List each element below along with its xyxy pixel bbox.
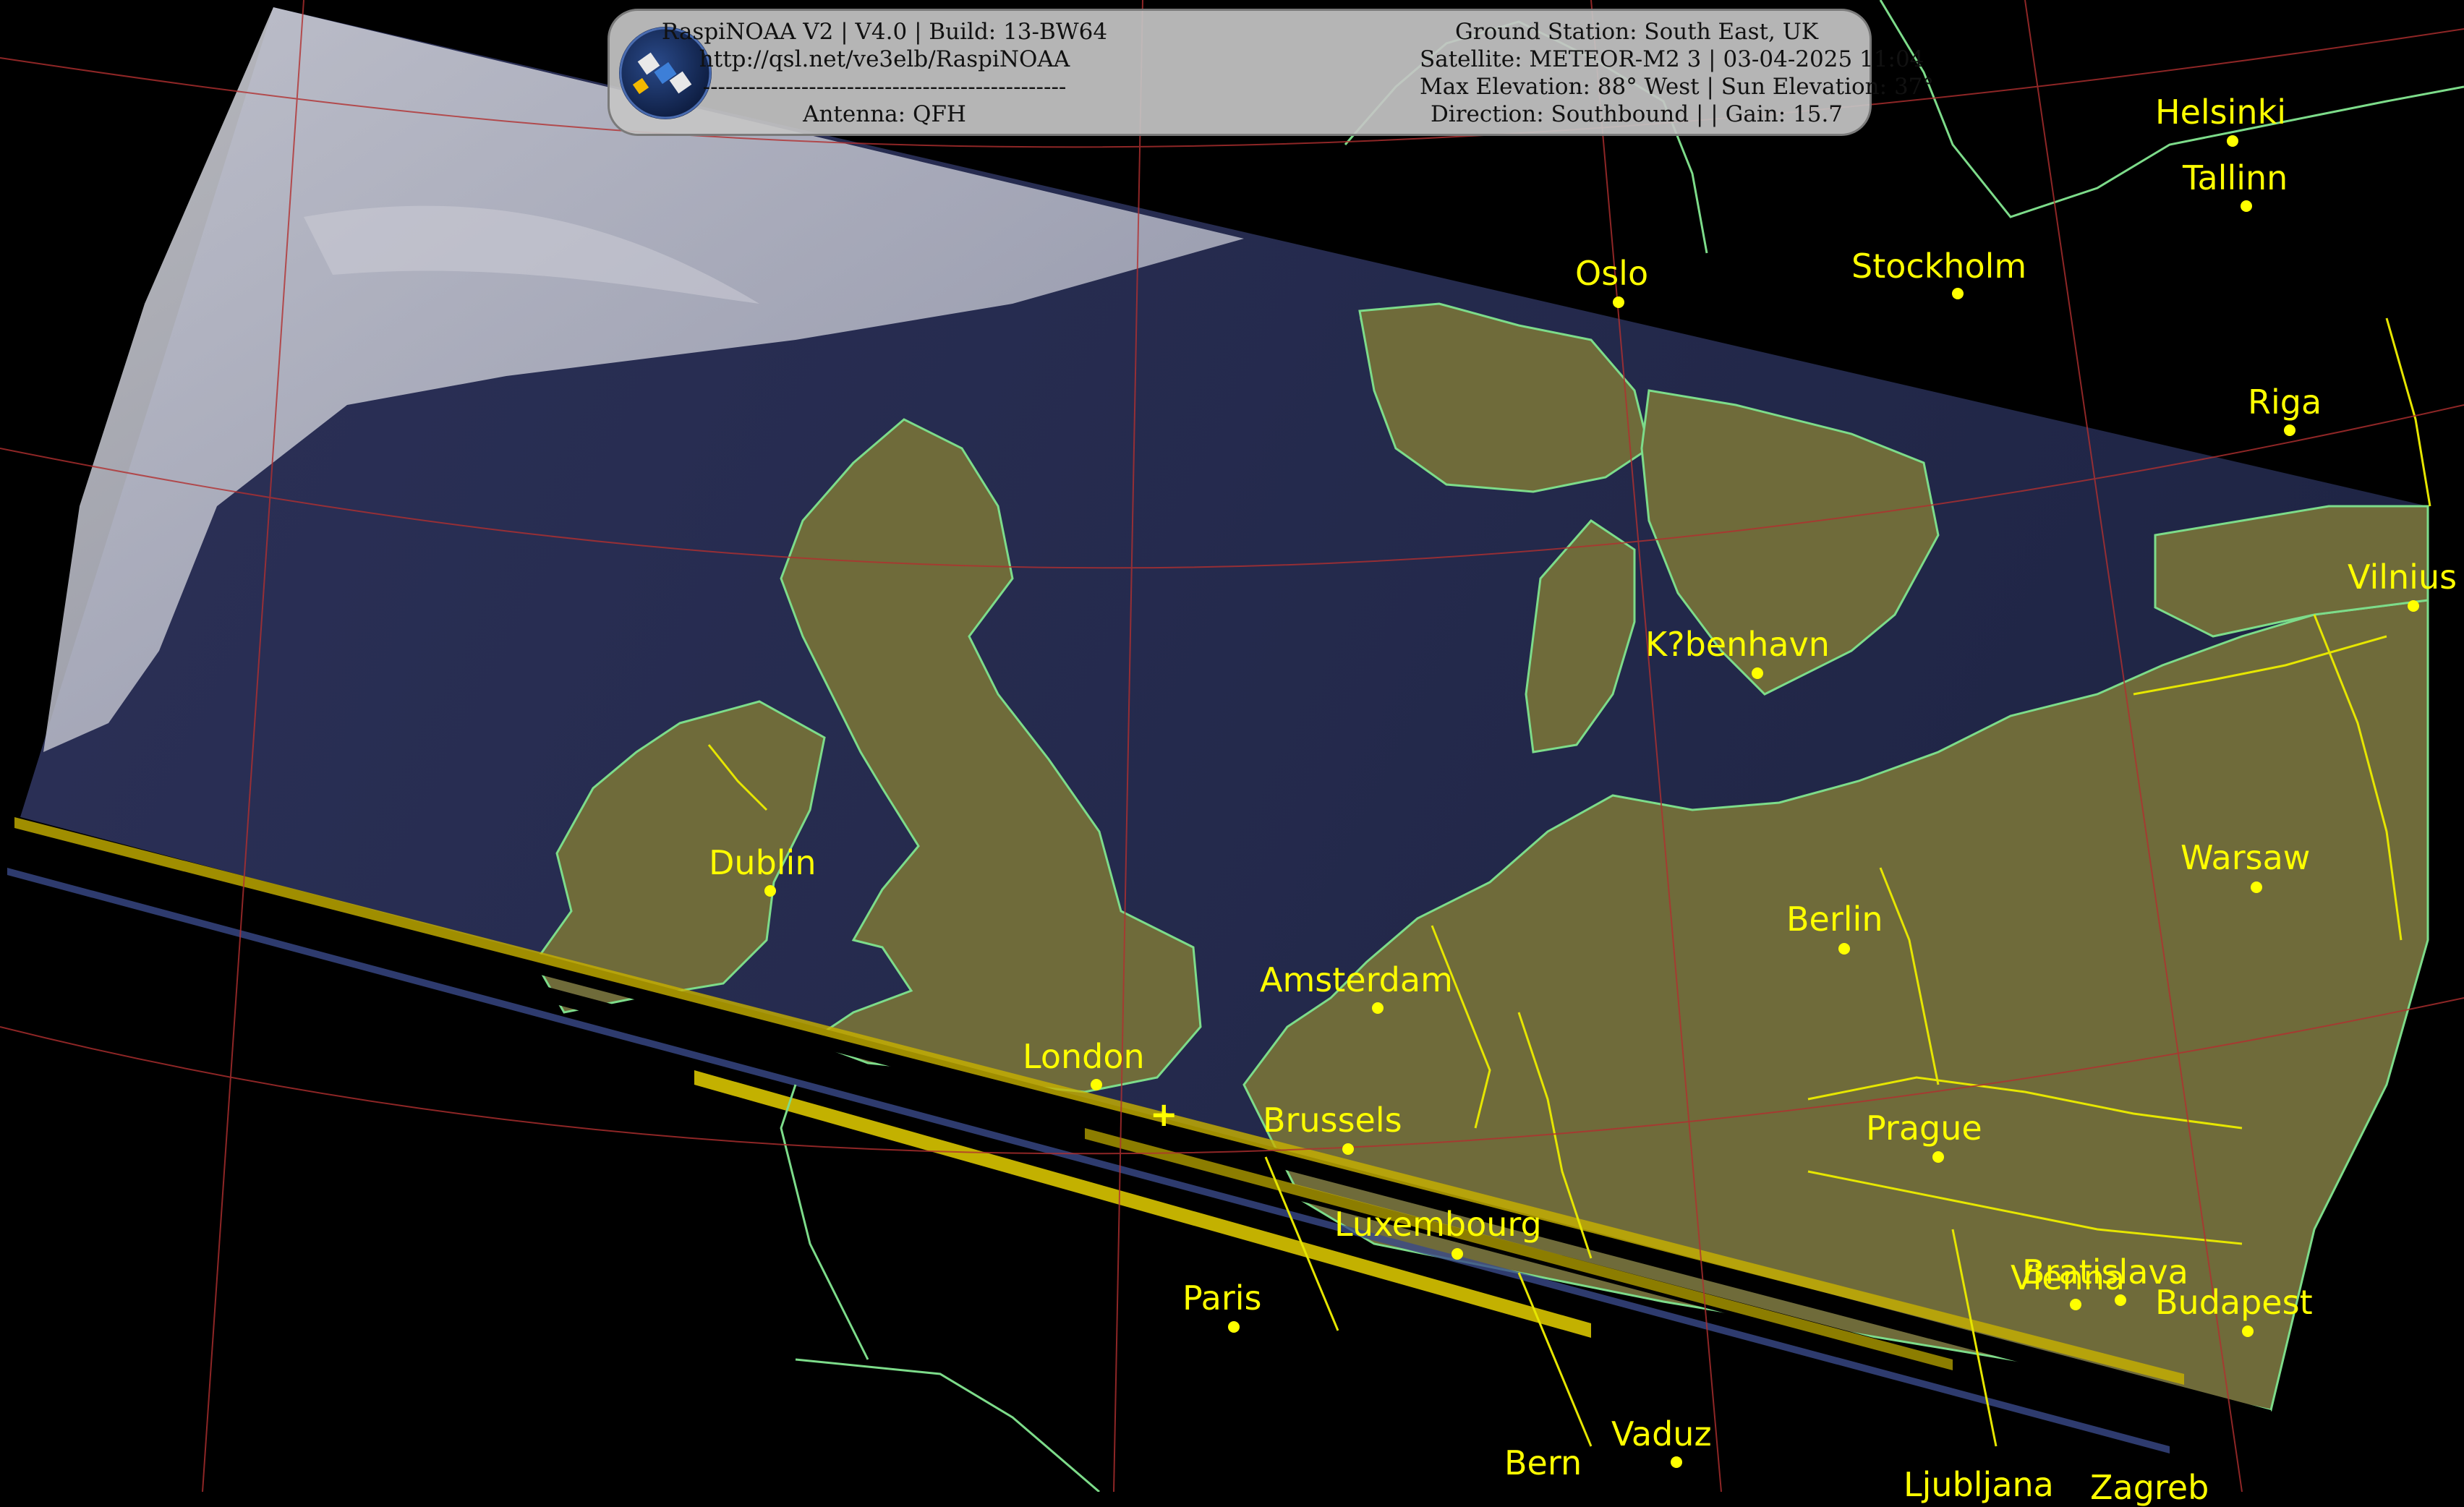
city-dot bbox=[764, 885, 776, 897]
city-dot bbox=[1752, 667, 1763, 679]
direction-info: Direction: Southbound | | Gain: 15.7 bbox=[1430, 101, 1843, 127]
info-panel: RaspiNOAA V2 | V4.0 | Build: 13-BW64 htt… bbox=[608, 9, 1934, 136]
city-dot bbox=[1091, 1079, 1102, 1090]
info-left-column: RaspiNOAA V2 | V4.0 | Build: 13-BW64 htt… bbox=[662, 18, 1456, 128]
city-dot bbox=[1932, 1151, 1944, 1163]
city-label: Vaduz bbox=[1611, 1414, 1712, 1453]
city-label: Amsterdam bbox=[1260, 960, 1453, 999]
city-label: Budapest bbox=[2155, 1283, 2313, 1322]
city-dot bbox=[1838, 943, 1850, 955]
city-dot bbox=[1342, 1143, 1354, 1155]
city-label: London bbox=[1023, 1037, 1145, 1076]
city-dot bbox=[2241, 200, 2252, 212]
ground-station-marker-icon: + bbox=[1150, 1095, 1178, 1134]
info-right-column: Ground Station: South East, UK Satellite… bbox=[1420, 18, 1934, 128]
city-dot bbox=[2242, 1325, 2254, 1337]
city-dot bbox=[1372, 1002, 1384, 1014]
city-dot bbox=[1451, 1248, 1463, 1260]
city-dot bbox=[1228, 1321, 1240, 1333]
satellite-info: Satellite: METEOR-M2 3 | 03-04-2025 11:0… bbox=[1420, 46, 1924, 72]
elevation-info: Max Elevation: 88° West | Sun Elevation:… bbox=[1420, 74, 1934, 100]
city-label: Vilnius bbox=[2348, 558, 2457, 597]
city-dot bbox=[2070, 1299, 2081, 1310]
city-dot bbox=[1671, 1456, 1682, 1468]
city-label: Zagreb bbox=[2090, 1468, 2209, 1507]
city-dot bbox=[1613, 296, 1624, 308]
city-label: Luxembourg bbox=[1334, 1205, 1542, 1244]
city-label: K?benhavn bbox=[1645, 625, 1830, 664]
city-label: Brussels bbox=[1263, 1101, 1402, 1140]
city-label: Prague bbox=[1866, 1109, 1982, 1148]
city-label: Oslo bbox=[1575, 254, 1649, 293]
city-dot bbox=[2408, 600, 2419, 612]
city-label: Vienna bbox=[2011, 1258, 2126, 1297]
city-label: Bern bbox=[1504, 1443, 1582, 1482]
city-label: Tallinn bbox=[2183, 158, 2288, 197]
city-label: Paris bbox=[1182, 1278, 1262, 1318]
satellite-map: RaspiNOAA V2 | V4.0 | Build: 13-BW64 htt… bbox=[0, 0, 2464, 1504]
city-dot bbox=[1952, 288, 1964, 299]
antenna-info: Antenna: QFH bbox=[803, 101, 966, 127]
city-dot bbox=[2284, 424, 2295, 436]
city-dot bbox=[2251, 881, 2262, 893]
city-label: Stockholm bbox=[1851, 247, 2027, 286]
app-version: RaspiNOAA V2 | V4.0 | Build: 13-BW64 bbox=[661, 19, 1108, 45]
city-label: Berlin bbox=[1786, 900, 1883, 939]
separator: ----------------------------------------… bbox=[702, 74, 1067, 100]
ground-station: Ground Station: South East, UK bbox=[1455, 19, 1818, 45]
city-label: Ljubljana bbox=[1904, 1465, 2054, 1504]
city-dot bbox=[2227, 135, 2238, 147]
city-label: Warsaw bbox=[2180, 838, 2311, 877]
city-label: Helsinki bbox=[2155, 93, 2286, 132]
city-label: Dublin bbox=[709, 843, 817, 882]
city-label: Riga bbox=[2248, 383, 2322, 422]
app-url: http://qsl.net/ve3elb/RaspiNOAA bbox=[699, 46, 1070, 72]
